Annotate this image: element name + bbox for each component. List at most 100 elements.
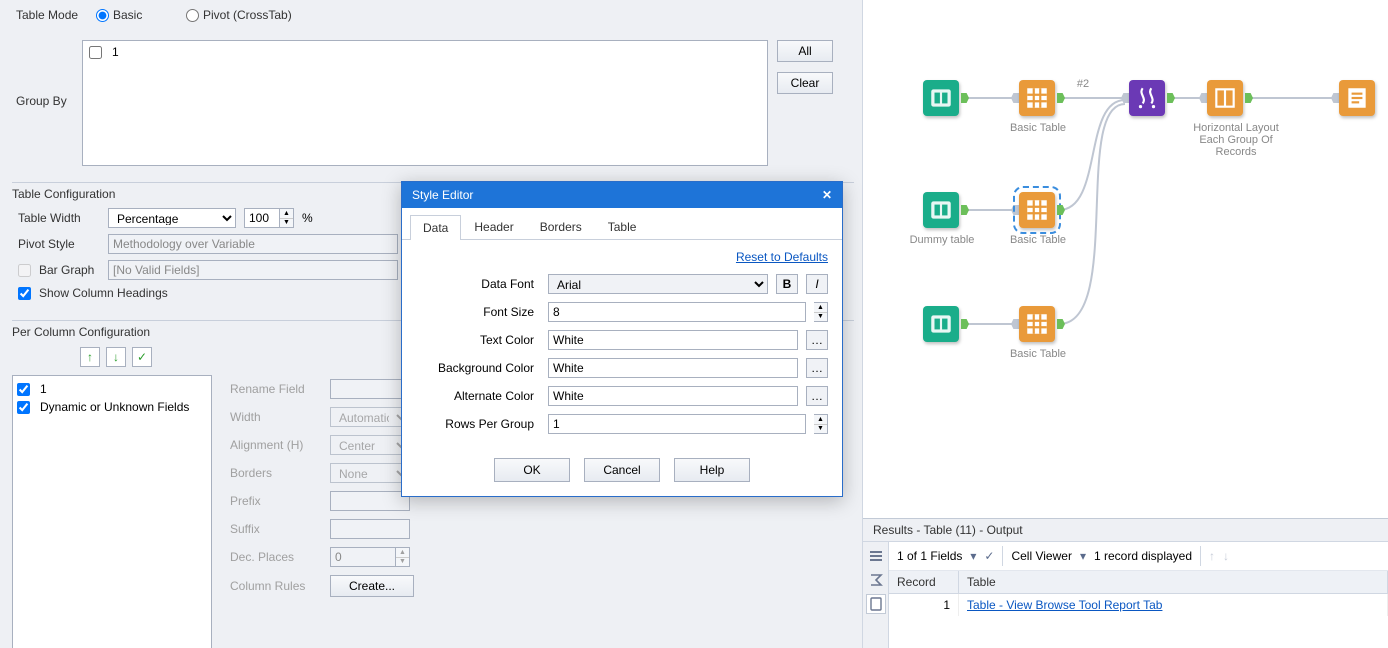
node-label: Basic Table [993, 122, 1083, 134]
italic-button[interactable]: I [806, 274, 828, 294]
anchor-in[interactable] [1121, 93, 1129, 103]
text-color-input[interactable] [548, 330, 798, 350]
bar-graph-checkbox [18, 264, 31, 277]
per-column-list[interactable]: 1 Dynamic or Unknown Fields [12, 375, 212, 648]
group-by-item-checkbox[interactable] [89, 46, 102, 59]
col-record-header[interactable]: Record [889, 571, 959, 593]
anchor-out[interactable] [1057, 319, 1065, 329]
node-input-3[interactable] [923, 306, 959, 342]
bg-color-input[interactable] [548, 358, 798, 378]
anchor-out[interactable] [961, 205, 969, 215]
anchor-out[interactable] [961, 319, 969, 329]
workflow-canvas[interactable]: Basic Table #2 Horizontal Layout Each Gr… [863, 0, 1388, 518]
font-size-input[interactable] [548, 302, 806, 322]
text-color-picker[interactable]: … [806, 330, 828, 350]
col-item-1-checkbox[interactable] [17, 401, 30, 414]
anchor-in[interactable] [1331, 93, 1339, 103]
group-by-item-label: 1 [112, 45, 119, 59]
prefix-input [330, 491, 410, 511]
radio-pivot[interactable]: Pivot (CrossTab) [186, 8, 292, 22]
node-transform[interactable] [1129, 80, 1165, 116]
table-width-spinner[interactable]: ▲▼ [280, 208, 294, 228]
cell-viewer-label: Cell Viewer [1011, 549, 1071, 563]
tab-data[interactable]: Data [410, 215, 461, 240]
bold-icon: B [783, 277, 792, 291]
show-col-headings-checkbox[interactable] [18, 287, 31, 300]
ok-button[interactable]: OK [494, 458, 570, 482]
cell-viewer-dropdown-icon[interactable]: ▾ [1080, 549, 1086, 563]
radio-pivot-input[interactable] [186, 9, 199, 22]
anchor-out[interactable] [1057, 205, 1065, 215]
results-side-icons [863, 542, 889, 648]
anchor-in[interactable] [1011, 319, 1019, 329]
node-hlayout[interactable] [1207, 80, 1243, 116]
cancel-button[interactable]: Cancel [584, 458, 660, 482]
tab-borders[interactable]: Borders [527, 214, 595, 239]
anchor-out[interactable] [1057, 93, 1065, 103]
help-button[interactable]: Help [674, 458, 750, 482]
bg-color-picker[interactable]: … [806, 358, 828, 378]
node-basic-table-1[interactable] [1019, 80, 1055, 116]
tab-header[interactable]: Header [461, 214, 526, 239]
borders-select: None [330, 463, 410, 483]
fields-dropdown-icon[interactable]: ▾ [970, 549, 976, 563]
nav-up-icon[interactable]: ↑ [1209, 549, 1215, 563]
col-item-0-label: 1 [40, 382, 47, 396]
arrow-up-icon: ↑ [87, 350, 93, 364]
cell-table-link[interactable]: Table - View Browse Tool Report Tab [967, 598, 1162, 612]
data-font-select[interactable]: Arial [548, 274, 768, 294]
alt-color-picker[interactable]: … [806, 386, 828, 406]
node-label: Basic Table [993, 234, 1083, 246]
results-view-list-icon[interactable] [866, 546, 886, 566]
nav-down-icon[interactable]: ↓ [1223, 549, 1229, 563]
reset-defaults-link[interactable]: Reset to Defaults [736, 250, 828, 264]
style-editor-titlebar[interactable]: Style Editor ✕ [402, 182, 842, 208]
col-item-0-checkbox[interactable] [17, 383, 30, 396]
node-basic-table-3[interactable] [1019, 306, 1055, 342]
right-pane: Basic Table #2 Horizontal Layout Each Gr… [862, 0, 1388, 648]
table-row[interactable]: 1 Table - View Browse Tool Report Tab [889, 594, 1388, 616]
move-up-button[interactable]: ↑ [80, 347, 100, 367]
font-size-spinner[interactable]: ▲▼ [814, 302, 828, 322]
anchor-in[interactable] [1011, 93, 1019, 103]
all-button[interactable]: All [777, 40, 833, 62]
anchor-in[interactable] [1011, 205, 1019, 215]
table-width-value[interactable] [244, 208, 280, 228]
clear-button[interactable]: Clear [777, 72, 833, 94]
results-table: Record Table 1 Table - View Browse Tool … [889, 571, 1388, 616]
cell-record: 1 [889, 594, 959, 616]
col-item-1-label: Dynamic or Unknown Fields [40, 400, 189, 414]
alt-color-input[interactable] [548, 386, 798, 406]
node-input-1[interactable] [923, 80, 959, 116]
rename-field-input [330, 379, 410, 399]
rows-per-group-spinner[interactable]: ▲▼ [814, 414, 828, 434]
anchor-out[interactable] [1245, 93, 1253, 103]
dec-places-spinner: ▲▼ [396, 547, 410, 567]
radio-basic[interactable]: Basic [96, 8, 166, 22]
results-view-sigma-icon[interactable] [866, 570, 886, 590]
create-rules-button[interactable]: Create... [330, 575, 414, 597]
anchor-in[interactable] [1199, 93, 1207, 103]
node-input-2[interactable] [923, 192, 959, 228]
node-basic-table-2[interactable] [1019, 192, 1055, 228]
confirm-button[interactable]: ✓ [132, 347, 152, 367]
check-icon[interactable]: ✓ [984, 549, 994, 563]
check-icon: ✓ [137, 350, 147, 364]
col-table-header[interactable]: Table [959, 571, 1388, 593]
close-icon[interactable]: ✕ [822, 188, 832, 202]
move-down-button[interactable]: ↓ [106, 347, 126, 367]
tab-table[interactable]: Table [595, 214, 650, 239]
style-editor-tabs: Data Header Borders Table [402, 208, 842, 240]
table-mode-label: Table Mode [16, 8, 86, 22]
group-by-list[interactable]: 1 [82, 40, 768, 166]
bold-button[interactable]: B [776, 274, 798, 294]
anchor-out[interactable] [1167, 93, 1175, 103]
config-panel: Table Mode Basic Pivot (CrossTab) Group … [0, 0, 862, 648]
node-output[interactable] [1339, 80, 1375, 116]
radio-basic-input[interactable] [96, 9, 109, 22]
results-view-page-icon[interactable] [866, 594, 886, 614]
table-width-mode-select[interactable]: Percentage [108, 208, 236, 228]
rows-per-group-input[interactable] [548, 414, 806, 434]
anchor-out[interactable] [961, 93, 969, 103]
ellipsis-icon: … [811, 333, 823, 347]
